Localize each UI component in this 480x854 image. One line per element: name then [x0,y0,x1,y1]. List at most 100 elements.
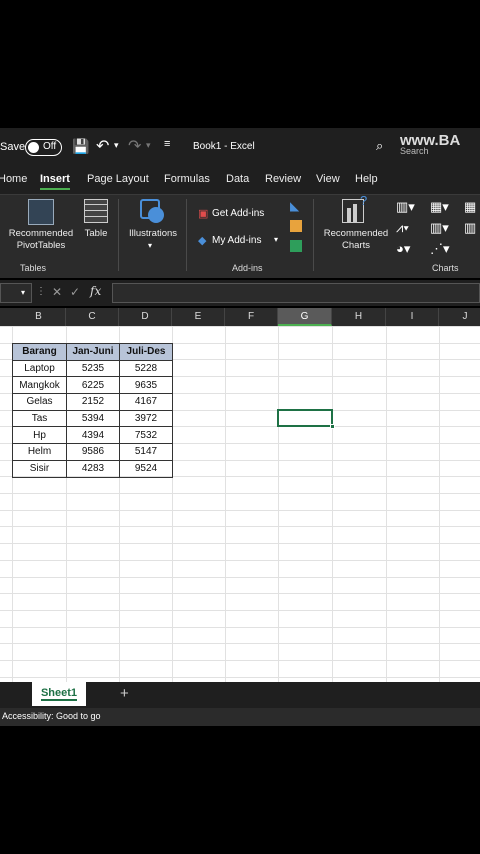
redo-icon[interactable]: ↷ [128,136,141,156]
chart-bar-shape [347,208,351,222]
column-header-b[interactable]: B [12,308,66,326]
tab-insert[interactable]: Insert [40,173,70,190]
tab-home[interactable]: Home [0,173,27,185]
table-button[interactable]: Table [80,228,112,240]
fill-handle[interactable] [330,424,335,429]
column-header-d[interactable]: D [119,308,172,326]
table-cell[interactable]: 4283 [66,459,120,478]
table-cell[interactable]: 5228 [119,359,173,378]
name-box[interactable]: ▾ [0,283,32,303]
undo-dropdown-icon[interactable]: ▾ [114,140,119,151]
column-header-j[interactable]: J [439,308,480,326]
accessibility-status[interactable]: Accessibility: Good to go [2,711,101,721]
table-cell[interactable]: Tas [12,409,67,428]
redo-dropdown-icon[interactable]: ▾ [146,140,151,151]
my-addins-button[interactable]: My Add-ins [212,235,261,246]
combo-chart-icon[interactable]: ▦ [464,199,476,215]
table-cell[interactable]: 9586 [66,443,120,461]
gridline-horizontal [0,509,480,511]
recommended-charts-button[interactable]: Recommended Charts [318,228,394,252]
save-icon[interactable]: 💾 [72,138,89,155]
search-icon[interactable]: ⌕ [376,138,383,154]
tab-view[interactable]: View [316,173,340,185]
bing-maps-icon[interactable] [290,220,302,232]
table-cell[interactable]: Helm [12,443,67,461]
name-box-dropdown-icon[interactable]: ▾ [21,288,25,297]
illustrations-dropdown-icon[interactable]: ▾ [148,241,152,250]
recommended-pivottables-button[interactable]: Recommended PivotTables [0,228,82,252]
table-cell[interactable]: Sisir [12,459,67,478]
table-cell[interactable]: 4167 [119,393,173,411]
table-cell[interactable]: 3972 [119,409,173,428]
add-sheet-button[interactable]: + [120,685,129,702]
ribbon-panel: Recommended PivotTables Table Tables Ill… [0,193,480,278]
formula-bar-splitter-icon[interactable]: ⋮ [36,286,46,297]
table-cell[interactable]: Gelas [12,393,67,411]
cancel-icon[interactable]: ✕ [52,285,62,299]
pivottable-icon[interactable] [28,199,54,225]
charts-group-label: Charts [432,263,459,273]
table-row: Helm 9586 5147 [12,443,173,461]
data-table: Barang Jan-Juni Juli-Des Laptop 5235 522… [12,343,173,478]
table-cell[interactable]: 5235 [66,359,120,378]
gridline-horizontal [0,626,480,628]
table-icon[interactable] [84,199,108,223]
worksheet-grid[interactable]: Barang Jan-Juni Juli-Des Laptop 5235 522… [0,326,480,682]
table-cell[interactable]: 9635 [119,376,173,395]
table-cell[interactable]: 4394 [66,426,120,445]
my-addins-icon[interactable]: ◆ [198,234,206,247]
waterfall-chart-icon[interactable]: ▥ [464,220,476,236]
gridline-horizontal [0,543,480,545]
illustrations-button[interactable]: Illustrations [122,228,184,240]
enter-icon[interactable]: ✓ [70,285,80,299]
header-cell[interactable]: Barang [12,343,67,361]
line-chart-icon[interactable]: ⩘▾ [396,220,409,236]
tab-review[interactable]: Review [265,173,301,185]
tab-help[interactable]: Help [355,173,378,185]
autosave-toggle[interactable]: Off [25,139,62,156]
table-cell[interactable]: Mangkok [12,376,67,395]
table-cell[interactable]: 2152 [66,393,120,411]
column-header-h[interactable]: H [332,308,386,326]
gridline-horizontal [0,493,480,494]
table-row: Hp 4394 7532 [12,426,173,445]
table-row: Tas 5394 3972 [12,409,173,428]
statistic-chart-icon[interactable]: ▥▾ [430,220,449,236]
gridline-horizontal [0,526,480,528]
column-header-i[interactable]: I [386,308,439,326]
table-cell[interactable]: 5394 [66,409,120,428]
column-header-c[interactable]: C [66,308,119,326]
tab-page-layout[interactable]: Page Layout [87,173,149,185]
get-addins-button[interactable]: Get Add-ins [212,208,264,219]
column-chart-icon[interactable]: ▥▾ [396,199,415,215]
table-cell[interactable]: Hp [12,426,67,445]
tab-data[interactable]: Data [226,173,249,185]
customize-qat-icon[interactable]: ≡ [164,138,170,150]
column-header-g[interactable]: G [278,308,332,326]
hierarchy-chart-icon[interactable]: ▦▾ [430,199,449,215]
table-cell[interactable]: 5147 [119,443,173,461]
visio-icon[interactable]: ◣ [290,199,299,213]
table-cell[interactable]: 7532 [119,426,173,445]
column-header-f[interactable]: F [225,308,278,326]
undo-icon[interactable]: ↶ [96,136,109,156]
header-cell[interactable]: Juli-Des [119,343,173,361]
table-row: Laptop 5235 5228 [12,359,173,378]
selected-cell[interactable] [277,409,335,429]
scatter-chart-icon[interactable]: ⋰▾ [430,241,450,257]
insert-function-icon[interactable]: fx [90,284,101,298]
table-cell[interactable]: Laptop [12,359,67,378]
people-graph-icon[interactable] [290,240,302,252]
my-addins-dropdown-icon[interactable]: ▾ [274,235,278,244]
pie-chart-icon[interactable]: ◕▾ [396,241,410,257]
get-addins-icon[interactable]: ▣ [198,207,208,220]
sheet-tab-sheet1[interactable]: Sheet1 [32,682,86,706]
formula-input[interactable] [112,283,480,303]
table-cell[interactable]: 9524 [119,459,173,478]
tab-formulas[interactable]: Formulas [164,173,210,185]
column-header-e[interactable]: E [172,308,225,326]
table-cell[interactable]: 6225 [66,376,120,395]
gridline-horizontal [0,576,480,578]
header-cell[interactable]: Jan-Juni [66,343,120,361]
chart-bar-shape [353,204,357,222]
